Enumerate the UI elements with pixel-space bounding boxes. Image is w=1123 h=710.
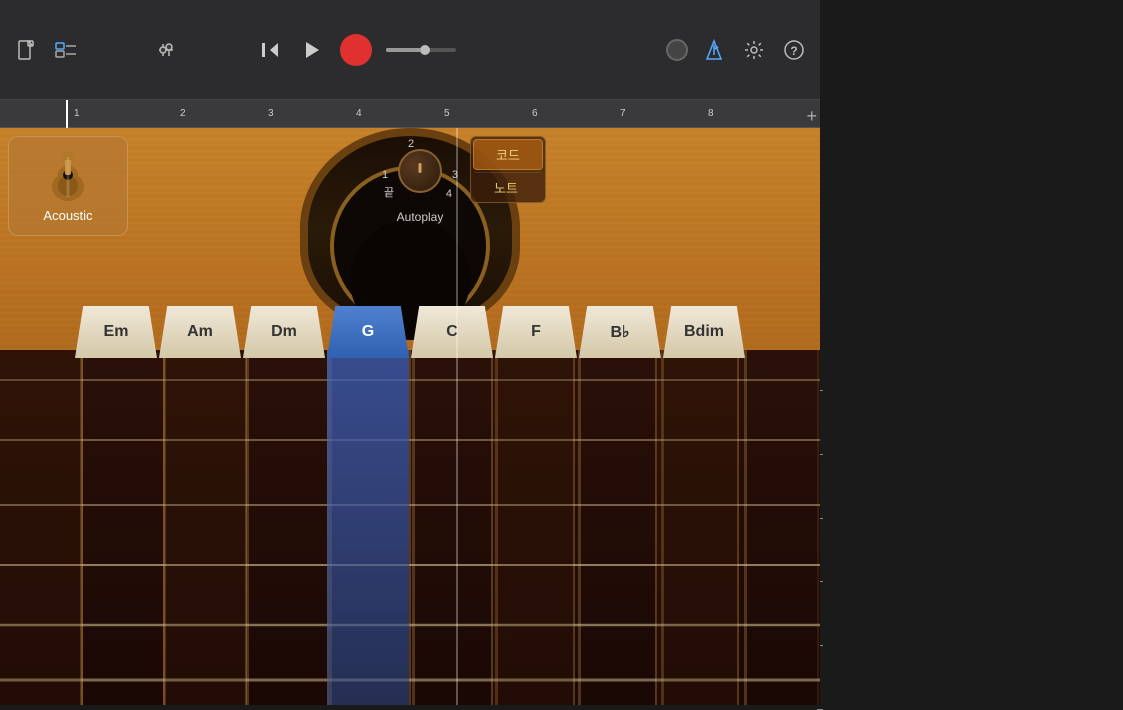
record-button[interactable] [340,34,372,66]
chord-bdim-button[interactable]: Bdim [663,306,745,358]
chord-g-button[interactable]: G [327,306,409,358]
new-document-button[interactable] [12,36,40,64]
tracks-view-button[interactable] [52,36,80,64]
autoplay-label-1: 1 [382,169,388,181]
ruler-mark-1: 1 [74,108,80,119]
chord-bb-button[interactable]: B♭ [579,306,661,358]
ruler-mark-6: 6 [532,108,538,119]
guitar-area: Acoustic 1 2 3 4 끝 Autoplay 코드 노트 E [0,128,820,705]
ruler-mark-5: 5 [444,108,450,119]
metronome-button[interactable] [700,36,728,64]
chord-am-button[interactable]: Am [159,306,241,358]
autoplay-panel: 1 2 3 4 끝 Autoplay [380,136,460,224]
timeline-add-button[interactable]: + [806,106,817,127]
playhead-line [456,128,458,705]
ruler-mark-3: 3 [268,108,274,119]
timeline-ruler: 1 2 3 4 5 6 7 8 [0,100,820,128]
chord-row: Em Am Dm G C F B♭ Bdim [0,298,820,358]
fretboard[interactable] [0,350,820,705]
toolbar: ? [0,0,820,100]
fret-pattern [0,350,820,705]
string-lines [0,350,820,705]
settings-button[interactable] [740,36,768,64]
ruler-mark-4: 4 [356,108,362,119]
ruler-mark-8: 8 [708,108,714,119]
rewind-button[interactable] [256,36,284,64]
ruler-marks: 1 2 3 4 5 6 7 8 [8,100,812,127]
autoplay-label-2: 2 [408,138,414,150]
status-indicator [666,39,688,61]
ruler-mark-7: 7 [620,108,626,119]
autoplay-knob[interactable] [398,149,442,193]
svg-text:?: ? [790,44,797,58]
help-button[interactable]: ? [780,36,808,64]
mixer-button[interactable] [152,36,180,64]
volume-slider[interactable] [386,48,456,52]
instrument-label: Acoustic [43,208,92,223]
active-chord-highlight [327,350,409,705]
chord-toggle-button[interactable]: 코드 [473,139,543,170]
autoplay-knob-area: 1 2 3 4 끝 [380,136,460,206]
right-panel [820,0,1123,705]
play-button[interactable] [298,36,326,64]
chord-note-toggle: 코드 노트 [470,136,546,203]
note-toggle-button[interactable]: 노트 [471,173,541,202]
autoplay-label-end: 끝 [384,184,394,200]
autoplay-title: Autoplay [397,210,444,224]
chord-c-button[interactable]: C [411,306,493,358]
chord-dm-button[interactable]: Dm [243,306,325,358]
guitar-icon [43,149,93,204]
instrument-panel[interactable]: Acoustic [8,136,128,236]
autoplay-label-4: 4 [446,188,452,200]
chord-f-button[interactable]: F [495,306,577,358]
timeline-playhead [66,100,68,128]
chord-em-button[interactable]: Em [75,306,157,358]
ruler-mark-2: 2 [180,108,186,119]
